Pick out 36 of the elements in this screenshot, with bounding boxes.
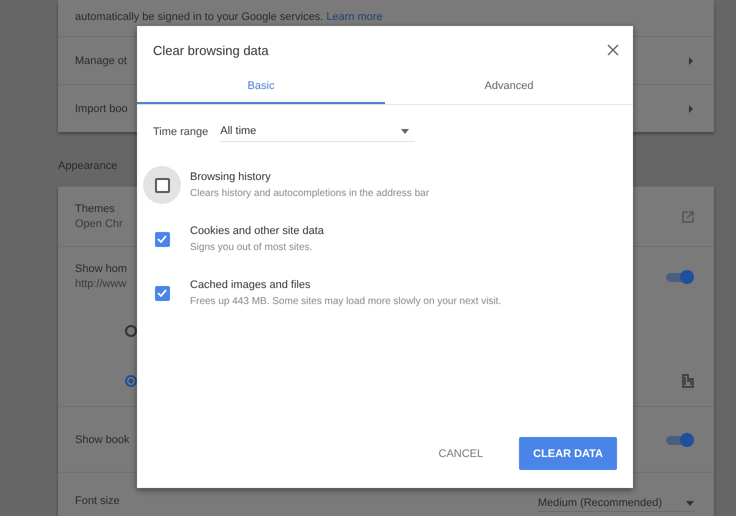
- option-description: Signs you out of most sites.: [190, 242, 314, 253]
- setting-sublabel: http://www: [75, 278, 127, 290]
- section-title: Appearance: [58, 160, 118, 172]
- arrow-icon: [688, 56, 694, 64]
- tab[interactable]: Basic: [137, 68, 385, 104]
- dropdown-arrow-icon: [401, 128, 410, 134]
- option-title: Cached images and files: [190, 279, 312, 291]
- setting-label: Show book: [75, 434, 130, 446]
- toggle-switch[interactable]: [664, 432, 694, 446]
- toggle-switch[interactable]: [664, 270, 694, 284]
- cancel-button[interactable]: CANCEL: [424, 437, 498, 470]
- setting-sublabel: Open Chr: [75, 218, 123, 230]
- setting-label: Themes: [75, 203, 116, 215]
- font-size-dropdown[interactable]: Medium (Recommended): [538, 495, 694, 512]
- clear-data-button[interactable]: CLEAR DATA: [519, 437, 617, 470]
- setting-label: Font size: [75, 495, 120, 507]
- dialog-title: Clear browsing data: [153, 42, 269, 58]
- option-description: Frees up 443 MB. Some sites may load more slowly on your next visit.: [190, 296, 502, 307]
- signin-text: automatically be signed in to your Google services. Learn more: [75, 11, 383, 23]
- external-link-icon[interactable]: [682, 210, 694, 222]
- setting-label: Import boo: [75, 102, 128, 114]
- option-description: Clears history and autocompletions in the address bar: [190, 188, 430, 199]
- tab[interactable]: Advanced: [385, 68, 633, 104]
- setting-label: Show hom: [75, 263, 127, 275]
- checkbox[interactable]: [154, 178, 170, 192]
- checkbox[interactable]: [154, 286, 170, 300]
- checkbox[interactable]: [154, 232, 170, 246]
- dropdown-arrow-icon: [686, 500, 694, 506]
- option-title: Browsing history: [190, 171, 272, 183]
- option-title: Cookies and other site data: [190, 225, 324, 237]
- arrow-icon: [688, 104, 694, 112]
- learn-more-link[interactable]: Learn more: [326, 11, 383, 23]
- close-icon[interactable]: [607, 44, 619, 56]
- time-range-dropdown[interactable]: All time: [220, 121, 416, 142]
- time-range-label: Time range: [153, 126, 208, 138]
- setting-label: Manage ot: [75, 54, 127, 66]
